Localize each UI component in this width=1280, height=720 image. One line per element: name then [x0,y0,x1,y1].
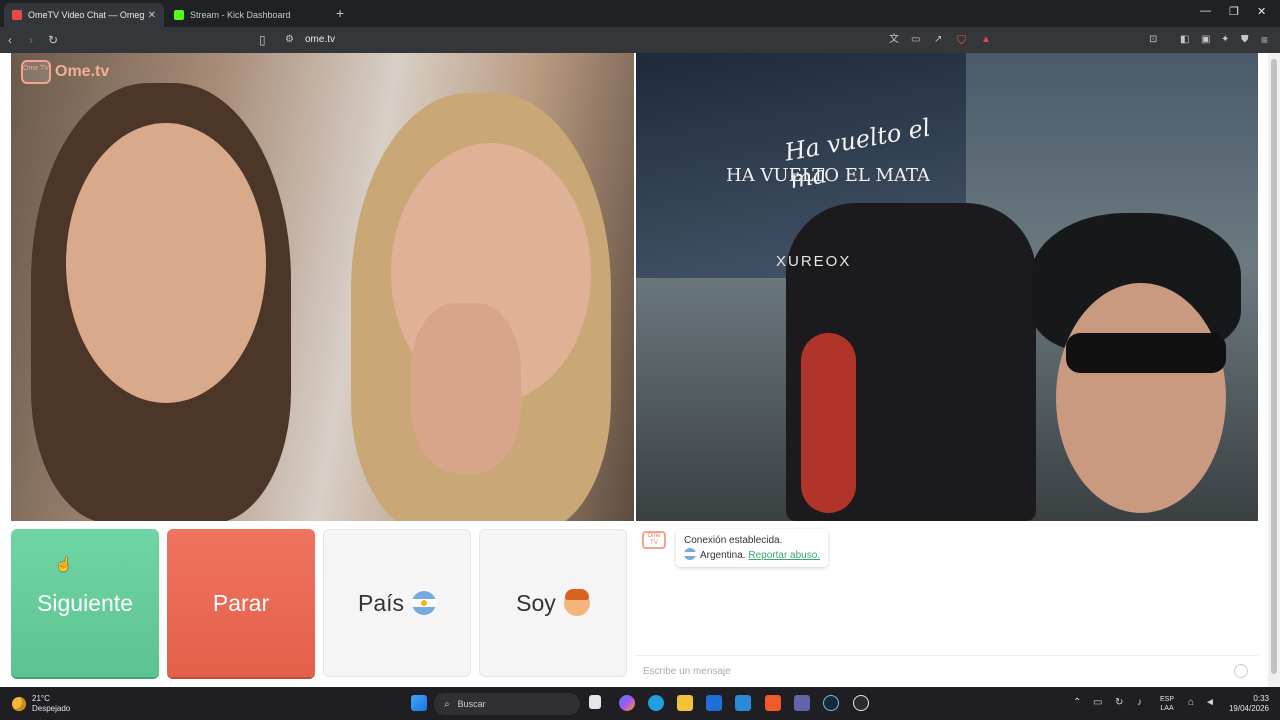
reload-icon[interactable]: ↻ [48,32,58,48]
clock-date: 19/04/2026 [1228,704,1269,713]
country-button-label: País [357,589,405,616]
sidebar-icon[interactable]: ◧ [1180,32,1189,48]
gender-button-label: Soy [516,589,556,616]
brave-icon[interactable] [765,695,781,711]
tab-strip: OmeTV Video Chat — Omegl ✕ Stream - Kick… [0,0,1280,27]
edge-icon[interactable] [648,695,664,711]
menu-icon[interactable]: ≡ [1261,32,1268,48]
ometv-logo-badge: Ome TV [21,60,51,84]
connection-status: Conexión establecida. [684,535,783,546]
system-message: Conexión establecida. Argentina. Reporta… [676,529,829,567]
tab-kick[interactable]: Stream - Kick Dashboard [166,3,326,27]
stop-button[interactable]: Parar [167,529,315,677]
weather-desc: Despejado [32,704,71,713]
tab-title: Stream - Kick Dashboard [190,10,291,20]
next-button[interactable]: Siguiente [11,529,159,677]
back-icon[interactable]: ‹ [8,32,12,48]
gender-button[interactable]: Soy [479,529,627,677]
screenshot-icon[interactable]: ⊡ [1149,32,1157,48]
search-icon: ⌕ [444,698,450,710]
windows-taskbar: 21°C Despejado ⌕ Buscar ⌃ ▭ ↻ ♪ ESP LAA … [0,687,1280,720]
store-icon[interactable] [706,695,722,711]
ometv-logo-text: Ome.tv [55,63,110,80]
obs-icon[interactable] [853,695,869,711]
tray-app-icon[interactable]: ▭ [1093,697,1102,708]
address-bar[interactable]: ome.tv [305,34,335,45]
mouse-pointer-icon: ☝ [55,556,73,572]
teams-icon[interactable] [794,695,810,711]
volume-icon[interactable]: ◄ [1205,697,1215,708]
maximize-icon[interactable]: ❐ [1229,5,1239,18]
tab-title: OmeTV Video Chat — Omegl [28,10,144,20]
own-webcam-video: Ha vuelto el ma HA VUELTO EL MATA XUREOX [636,53,1258,521]
person-hand [411,303,521,473]
brave-shields-icon[interactable]: ⛉ [957,32,966,48]
copilot-icon[interactable] [619,695,635,711]
report-abuse-link[interactable]: Reportar abuso. [748,550,820,561]
brave-rewards-icon[interactable]: ▲ [981,32,991,48]
site-info-icon[interactable]: ⚙ [285,32,294,48]
chat-panel: Ome TV Conexión establecida. Argentina. … [636,521,1258,687]
clock-time: 0:33 [1253,694,1269,703]
scrollbar[interactable] [1268,53,1280,687]
microphone-icon[interactable]: ♪ [1137,697,1142,708]
network-icon[interactable]: ⌂ [1188,697,1194,708]
bookmark-icon[interactable]: ▯ [259,32,266,48]
lang-layout: LAA [1160,705,1174,712]
new-tab-icon[interactable]: + [336,5,344,21]
search-label: Buscar [457,699,486,709]
message-input[interactable]: Escribe un mensaje [636,655,1258,687]
chair-brand-text: XUREOX [776,253,852,270]
sunglasses [1066,333,1226,373]
stop-button-label: Parar [212,589,270,616]
file-explorer-icon[interactable] [677,695,693,711]
taskbar-search[interactable]: ⌕ Buscar [434,693,580,715]
close-tab-icon[interactable]: ✕ [148,10,156,21]
outlook-icon[interactable] [735,695,751,711]
weather-widget[interactable]: 21°C Despejado [12,694,70,714]
emoji-icon[interactable] [1234,664,1248,678]
forward-icon[interactable]: › [29,32,33,48]
windows-start-icon[interactable] [411,695,427,711]
ometv-logo: Ome TV Ome.tv [21,60,109,84]
vpn-icon[interactable]: ⛊ [1241,32,1249,48]
leo-ai-icon[interactable]: ✦ [1221,32,1229,48]
steam-icon[interactable] [823,695,839,711]
wallet-icon[interactable]: ▣ [1201,32,1210,48]
language-indicator[interactable]: ESP LAA [1160,695,1174,713]
translate-icon[interactable]: 文 [889,32,899,48]
person-face [1056,283,1226,513]
argentina-flag-icon [412,591,437,615]
moon-icon [12,697,26,711]
tray-overflow-icon[interactable]: ⌃ [1073,697,1081,708]
lang-code: ESP [1160,696,1175,703]
argentina-flag-icon [684,548,696,560]
partner-country: Argentina. [700,550,746,561]
boy-avatar-icon [563,589,590,616]
person-face [66,123,266,403]
weather-temp: 21°C [32,694,50,703]
minimize-icon[interactable]: — [1200,5,1211,17]
system-clock[interactable]: 0:33 19/04/2026 [1225,694,1269,714]
kick-favicon-icon [174,10,184,20]
scrollbar-thumb[interactable] [1271,59,1277,674]
task-view-icon[interactable] [589,695,601,709]
tv-overlay-caption: HA VUELTO EL MATA [726,165,930,186]
chair-red-panel [801,333,856,513]
tray-sync-icon[interactable]: ↻ [1115,697,1123,708]
close-window-icon[interactable]: ✕ [1257,5,1266,18]
message-placeholder: Escribe un mensaje [643,666,731,677]
ometv-favicon-icon [12,10,22,20]
ometv-page: Ome TV Ome.tv Ha vuelto el ma HA VUELTO … [0,53,1268,687]
country-button[interactable]: País [323,529,471,677]
share-icon[interactable]: ↗ [934,32,942,48]
ometv-chat-logo-icon: Ome TV [642,531,666,549]
next-button-label: Siguiente [37,589,133,616]
cast-icon[interactable]: ▭ [911,32,920,48]
tab-ometv[interactable]: OmeTV Video Chat — Omegl ✕ [4,3,164,27]
stranger-video: Ome TV Ome.tv [11,53,634,521]
browser-toolbar: ‹ › ↻ ▯ ⚙ ome.tv 文 ▭ ↗ ⛉ ▲ ⊡ ◧ ▣ ✦ ⛊ ≡ [0,27,1280,53]
